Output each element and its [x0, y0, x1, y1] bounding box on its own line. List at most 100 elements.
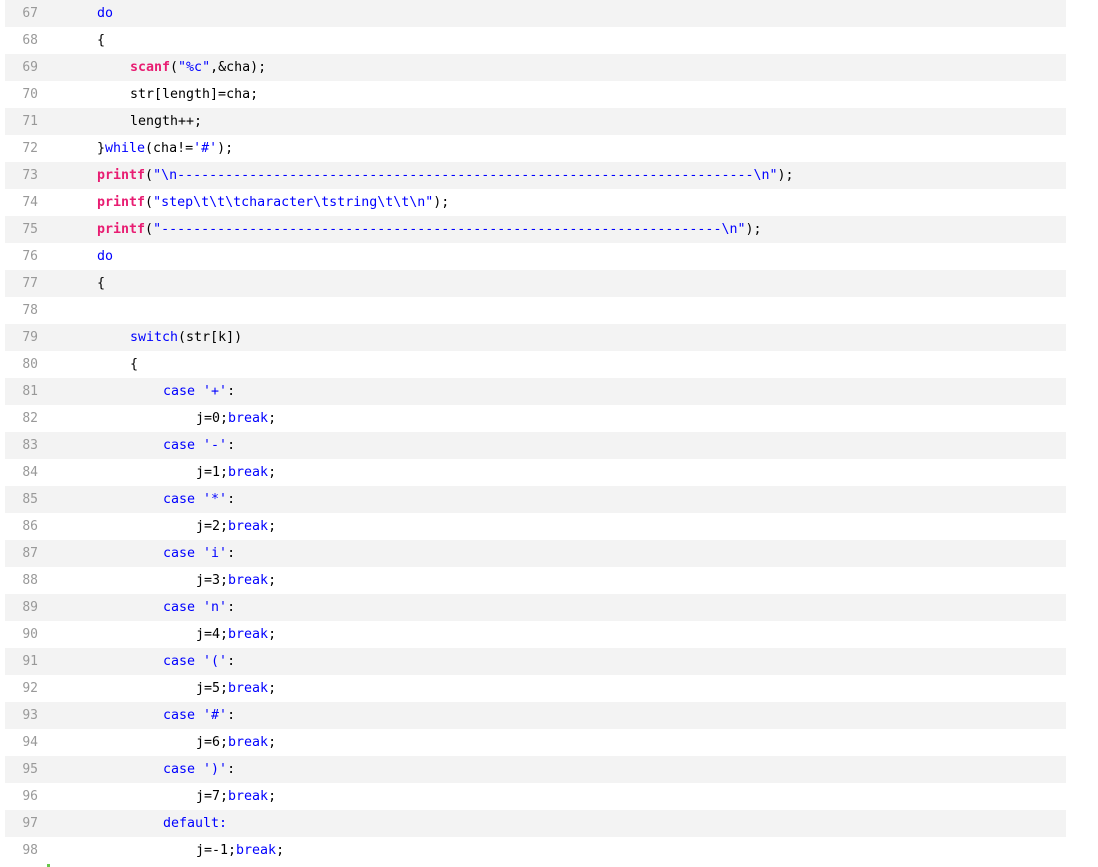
code-token: ; — [268, 789, 277, 804]
code-token: default: — [163, 816, 228, 831]
line-number: 79 — [22, 330, 38, 345]
line-number: 88 — [22, 573, 38, 588]
code-token: case — [163, 546, 196, 561]
line-number: 94 — [22, 735, 38, 750]
line-code: default: — [163, 810, 227, 837]
line-number: 92 — [22, 681, 38, 696]
code-line: 85 case '*': — [5, 486, 1066, 513]
code-line: 89 case 'n': — [5, 594, 1066, 621]
code-token: scanf — [130, 60, 171, 75]
code-block: 67 do 68{69 scanf("%c",&cha); 70 str[length]=… — [5, 0, 1066, 867]
code-line: 78 — [5, 297, 1066, 324]
code-line: 91 case '(': — [5, 648, 1066, 675]
line-code: switch(str[k]) — [130, 324, 242, 351]
code-token: printf — [97, 168, 146, 183]
line-code: case '#': — [163, 702, 235, 729]
line-code: printf("step\t\t\tcharacter\tstring\t\t\… — [97, 189, 449, 216]
code-token: '#' — [193, 141, 218, 156]
code-token: } — [97, 141, 106, 156]
code-token: ; — [268, 573, 277, 588]
code-line: 93 case '#': — [5, 702, 1066, 729]
code-token: while — [105, 141, 146, 156]
code-token: ( — [170, 60, 179, 75]
code-token: ); — [777, 168, 794, 183]
code-token: do — [97, 6, 114, 21]
code-token: ; — [268, 681, 277, 696]
code-token: ); — [433, 195, 450, 210]
line-code: }while(cha!='#'); — [97, 135, 233, 162]
code-token: j=-1; — [196, 843, 237, 858]
line-code: j=4;break; — [196, 621, 276, 648]
line-number: 68 — [22, 33, 38, 48]
code-token: ')' — [203, 762, 228, 777]
line-code: case ')': — [163, 756, 235, 783]
code-token: ; — [268, 465, 277, 480]
code-line: 67 do — [5, 0, 1066, 27]
code-token: : — [227, 762, 236, 777]
code-token: j=4; — [196, 627, 229, 642]
code-line: 98 j=-1;break; — [5, 837, 1066, 864]
code-line: 88 j=3;break; — [5, 567, 1066, 594]
code-token: j=7; — [196, 789, 229, 804]
line-number: 71 — [22, 114, 38, 129]
line-code: printf("--------------------------------… — [97, 216, 761, 243]
code-token: '(' — [203, 654, 228, 669]
line-number: 95 — [22, 762, 38, 777]
line-number: 76 — [22, 249, 38, 264]
code-line: 95 case ')': — [5, 756, 1066, 783]
line-number: 77 — [22, 276, 38, 291]
line-code: case '(': — [163, 648, 235, 675]
line-code: { — [97, 270, 105, 297]
line-number: 75 — [22, 222, 38, 237]
line-number: 82 — [22, 411, 38, 426]
code-token: printf — [97, 195, 146, 210]
code-token: : — [227, 438, 236, 453]
code-token: { — [97, 276, 106, 291]
code-token: case — [163, 708, 196, 723]
line-number: 83 — [22, 438, 38, 453]
line-code: scanf("%c",&cha); — [130, 54, 266, 81]
line-number: 84 — [22, 465, 38, 480]
line-code: j=0;break; — [196, 405, 276, 432]
code-line: 74 printf("step\t\t\tcharacter\tstring\t\… — [5, 189, 1066, 216]
code-token: ( — [145, 222, 154, 237]
code-token: "\n-------------------------------------… — [153, 168, 778, 183]
code-token: str[length]=cha; — [130, 87, 259, 102]
line-number: 81 — [22, 384, 38, 399]
code-line: 77 { — [5, 270, 1066, 297]
code-lines: 67 do 68{69 scanf("%c",&cha); 70 str[length]=… — [5, 0, 1066, 864]
code-token: switch — [130, 330, 179, 345]
code-line: 76 do — [5, 243, 1066, 270]
line-code: case '*': — [163, 486, 235, 513]
code-token: case — [163, 384, 196, 399]
code-token: ; — [268, 411, 277, 426]
code-token: ; — [268, 627, 277, 642]
code-token: case — [163, 492, 196, 507]
line-code: j=5;break; — [196, 675, 276, 702]
code-line: 92 j=5;break; — [5, 675, 1066, 702]
code-token: "%c" — [178, 60, 211, 75]
code-token: (str[k]) — [178, 330, 243, 345]
line-number: 85 — [22, 492, 38, 507]
code-line: 90 j=4;break; — [5, 621, 1066, 648]
line-code: case 'n': — [163, 594, 235, 621]
code-token: ( — [145, 168, 154, 183]
code-token: 'i' — [203, 546, 228, 561]
code-token: j=6; — [196, 735, 229, 750]
line-number: 98 — [22, 843, 38, 858]
code-token: printf — [97, 222, 146, 237]
code-token: j=2; — [196, 519, 229, 534]
code-token: j=0; — [196, 411, 229, 426]
code-token: ; — [268, 519, 277, 534]
code-token: '#' — [203, 708, 228, 723]
code-line: 80 { — [5, 351, 1066, 378]
code-token: break — [228, 735, 269, 750]
code-token: j=3; — [196, 573, 229, 588]
code-token: break — [228, 681, 269, 696]
line-number: 89 — [22, 600, 38, 615]
code-token: : — [227, 384, 236, 399]
